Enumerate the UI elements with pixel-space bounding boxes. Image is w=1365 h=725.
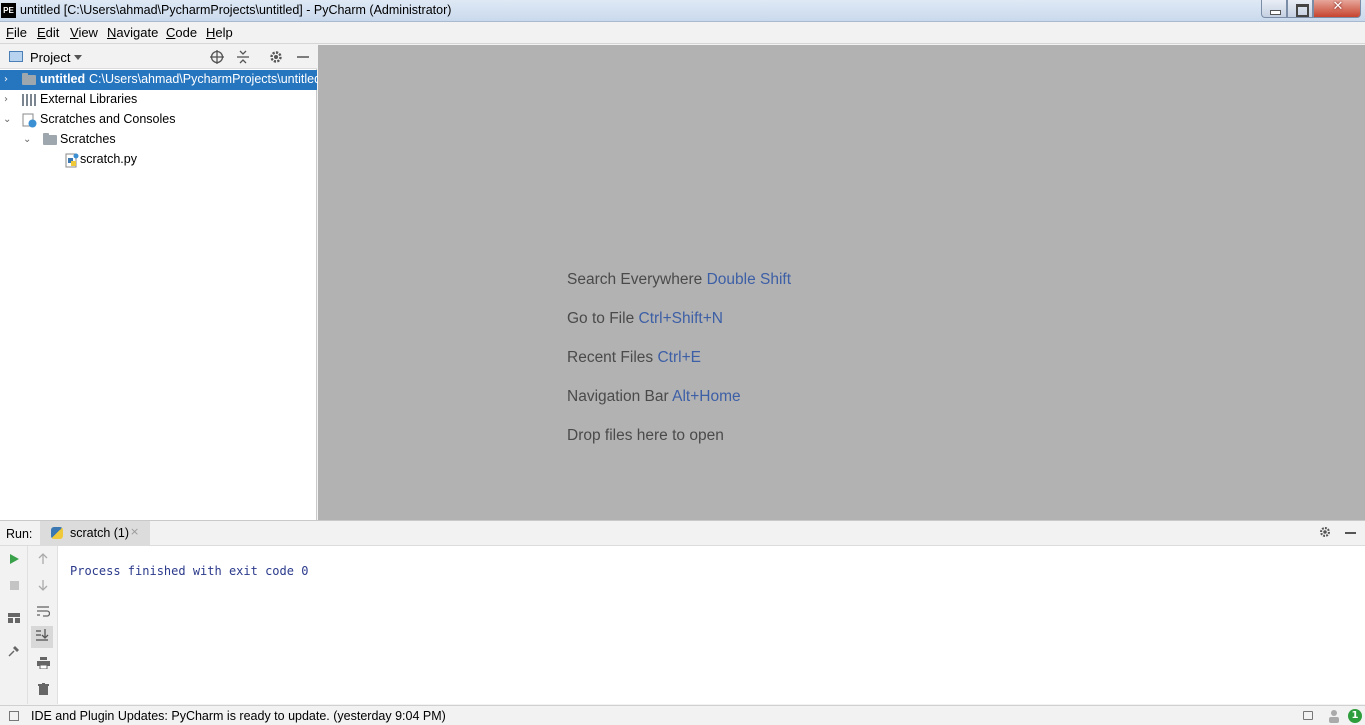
- tree-item-label: Scratches: [60, 132, 116, 146]
- toggle-tool-windows-icon[interactable]: [9, 711, 19, 721]
- python-icon: [51, 527, 63, 539]
- pycharm-window: PE untitled [C:\Users\ahmad\PycharmProje…: [0, 0, 1365, 725]
- hint-text: Drop files here to open: [567, 427, 724, 444]
- editor-empty-state[interactable]: Search Everywhere Double Shift Go to Fil…: [318, 45, 1365, 520]
- project-header: Project: [0, 45, 317, 69]
- tree-item-label: scratch.py: [80, 152, 137, 166]
- console-output: Process finished with exit code 0: [70, 564, 309, 578]
- pin-tab-icon[interactable]: [5, 644, 23, 662]
- chevron-right-icon[interactable]: ›: [4, 74, 14, 86]
- chevron-down-icon[interactable]: [74, 55, 82, 60]
- status-bar: IDE and Plugin Updates: PyCharm is ready…: [0, 705, 1365, 725]
- tree-item-label: untitled: [40, 72, 86, 86]
- project-view-selector[interactable]: Project: [30, 50, 70, 65]
- tree-item-label: Scratches and Consoles: [40, 112, 176, 126]
- run-console[interactable]: Process finished with exit code 0: [58, 546, 1365, 704]
- run-label: Run:: [6, 527, 33, 541]
- chevron-right-icon[interactable]: ›: [4, 94, 14, 106]
- hint-text: Search Everywhere: [567, 271, 703, 288]
- tree-item-project-root[interactable]: › untitled C:\Users\ahmad\PycharmProject…: [0, 70, 321, 90]
- maximize-button[interactable]: [1287, 0, 1313, 18]
- hint-search-everywhere: Search Everywhere Double Shift: [567, 271, 791, 289]
- stop-icon[interactable]: [5, 578, 23, 596]
- soft-wrap-icon[interactable]: [34, 604, 52, 622]
- tree-item-scratches[interactable]: ⌄ Scratches: [0, 130, 317, 150]
- run-toolbar-secondary: [28, 546, 58, 704]
- libraries-icon: [22, 94, 36, 106]
- python-file-icon: [65, 153, 79, 168]
- hint-shortcut: Ctrl+E: [657, 349, 701, 366]
- run-tab-scratch[interactable]: scratch (1) ×: [40, 521, 150, 546]
- restore-layout-icon[interactable]: [5, 610, 23, 628]
- hint-recent-files: Recent Files Ctrl+E: [567, 349, 701, 367]
- run-tool-window-header: Run: scratch (1) ×: [0, 520, 1365, 546]
- arrow-down-icon[interactable]: [34, 578, 52, 596]
- hint-text: Navigation Bar: [567, 388, 669, 405]
- hide-panel-icon[interactable]: [295, 49, 311, 65]
- run-tab-label: scratch (1): [70, 526, 130, 540]
- close-window-button[interactable]: ✕: [1313, 0, 1361, 18]
- hide-panel-icon[interactable]: [1345, 532, 1356, 534]
- menu-edit[interactable]: Edit: [37, 25, 59, 40]
- lock-icon[interactable]: [1303, 711, 1313, 720]
- folder-icon: [22, 73, 36, 85]
- collapse-all-icon[interactable]: [235, 49, 251, 65]
- hint-navigation-bar: Navigation Bar Alt+Home: [567, 388, 741, 406]
- hint-shortcut: Alt+Home: [672, 388, 741, 405]
- tree-item-label: External Libraries: [40, 92, 138, 106]
- gear-icon[interactable]: [1318, 525, 1332, 543]
- menu-code[interactable]: Code: [166, 25, 197, 40]
- hint-text: Go to File: [567, 310, 635, 327]
- hint-shortcut: Ctrl+Shift+N: [638, 310, 723, 327]
- project-view-icon: [9, 51, 23, 62]
- menu-file[interactable]: File: [6, 25, 27, 40]
- menu-navigate[interactable]: Navigate: [107, 25, 158, 40]
- scroll-to-end-icon[interactable]: [31, 626, 53, 648]
- menu-bar: File Edit View Navigate Code Help: [0, 22, 1365, 44]
- trash-icon[interactable]: [34, 682, 52, 700]
- folder-icon: [43, 133, 57, 145]
- arrow-up-icon[interactable]: [34, 552, 52, 570]
- minimize-button[interactable]: [1261, 0, 1287, 18]
- scratches-icon: [22, 113, 37, 128]
- hint-go-to-file: Go to File Ctrl+Shift+N: [567, 310, 723, 328]
- title-bar: PE untitled [C:\Users\ahmad\PycharmProje…: [0, 0, 1365, 22]
- menu-help[interactable]: Help: [206, 25, 233, 40]
- hint-text: Recent Files: [567, 349, 654, 366]
- chevron-down-icon[interactable]: ⌄: [23, 134, 33, 146]
- tree-item-scratches-and-consoles[interactable]: ⌄ Scratches and Consoles: [0, 110, 317, 130]
- tree-item-external-libraries[interactable]: › External Libraries: [0, 90, 317, 110]
- pycharm-logo-icon: PE: [1, 3, 16, 18]
- locate-file-icon[interactable]: [209, 49, 225, 65]
- inspector-icon[interactable]: [1328, 709, 1340, 723]
- hint-drop-files: Drop files here to open: [567, 427, 724, 445]
- hint-shortcut: Double Shift: [706, 271, 792, 288]
- close-tab-icon[interactable]: ×: [130, 525, 139, 538]
- window-title: untitled [C:\Users\ahmad\PycharmProjects…: [20, 3, 452, 17]
- chevron-down-icon[interactable]: ⌄: [3, 114, 13, 126]
- run-toolbar-primary: [0, 546, 28, 704]
- status-message[interactable]: IDE and Plugin Updates: PyCharm is ready…: [31, 709, 446, 723]
- tree-item-scratch-file[interactable]: scratch.py: [0, 150, 317, 170]
- project-tool-window: Project › untitled C:\Users\ahmad\Pychar…: [0, 45, 321, 520]
- rerun-icon[interactable]: [5, 552, 23, 570]
- gear-icon[interactable]: [268, 49, 284, 65]
- tree-item-path: C:\Users\ahmad\PycharmProjects\untitled: [89, 72, 322, 86]
- event-log-badge[interactable]: 1: [1348, 709, 1362, 723]
- print-icon[interactable]: [34, 656, 52, 674]
- menu-view[interactable]: View: [70, 25, 98, 40]
- close-icon: ✕: [1332, 0, 1344, 14]
